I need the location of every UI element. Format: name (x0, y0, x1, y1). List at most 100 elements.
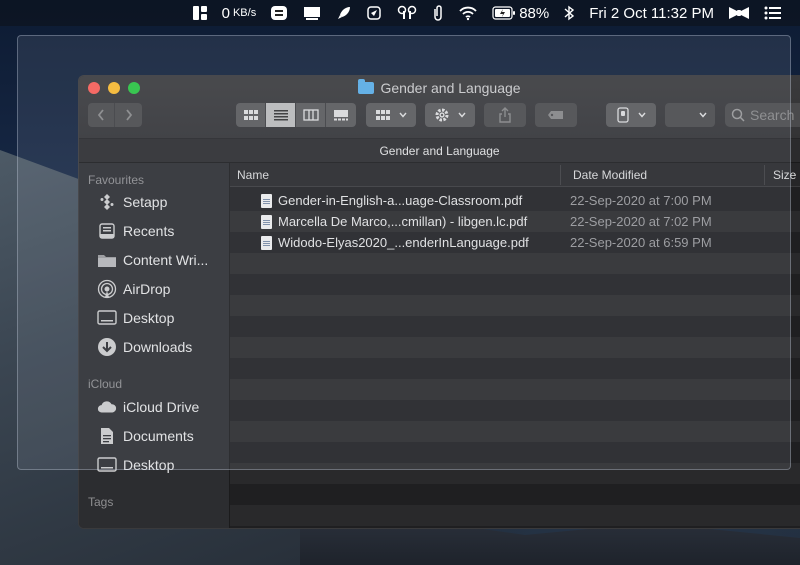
empty-row (230, 253, 800, 274)
columns-icon (302, 109, 319, 121)
file-name-cell: Gender-in-English-a...uage-Classroom.pdf (261, 193, 522, 208)
documents-icon (97, 427, 117, 445)
forward-button[interactable] (115, 103, 142, 127)
sidebar-item-label: Content Wri... (123, 252, 209, 268)
sidebar-item-icloud-desktop[interactable]: Desktop (97, 456, 174, 474)
pdf-file-icon (261, 193, 272, 208)
airdrop-icon (97, 279, 117, 299)
chevron-down-icon (699, 112, 707, 118)
column-header-name[interactable]: Name (237, 168, 269, 182)
sidebar-heading-favourites: Favourites (88, 173, 145, 187)
cloud-icon (97, 398, 117, 416)
search-placeholder: Search (750, 107, 795, 123)
sidebar-heading-icloud: iCloud (88, 377, 123, 391)
sidebar-item-downloads[interactable]: Downloads (97, 338, 192, 356)
chevron-right-icon (125, 109, 132, 121)
search-field[interactable]: Search (725, 103, 800, 127)
battery-indicator[interactable]: 88% (492, 5, 549, 22)
list-view-button[interactable] (266, 103, 296, 127)
sidebar-item-airdrop[interactable]: AirDrop (97, 279, 170, 299)
bluetooth-icon[interactable] (563, 5, 575, 21)
screen-share-icon[interactable] (302, 5, 322, 21)
sidebar-heading-tags: Tags (88, 495, 114, 509)
desktop-icon (97, 309, 117, 327)
window-title-text: Gender and Language (380, 80, 521, 96)
gallery-icon (334, 110, 348, 121)
folder-icon (358, 79, 375, 94)
share-icon (499, 107, 511, 123)
sidebar-item-icloud-drive[interactable]: iCloud Drive (97, 398, 199, 416)
column-divider[interactable] (764, 165, 765, 185)
empty-row (230, 421, 800, 442)
view-mode-control (236, 103, 356, 127)
file-name: Gender-in-English-a...uage-Classroom.pdf (278, 193, 523, 208)
chevron-down-icon (458, 112, 466, 118)
sidebar-item-label: iCloud Drive (123, 399, 200, 415)
wifi-icon[interactable] (458, 5, 478, 21)
sidebar-item-setapp[interactable]: Setapp (97, 193, 167, 211)
share-button[interactable] (484, 103, 526, 127)
column-divider[interactable] (560, 165, 561, 185)
table-row[interactable]: Widodo-Elyas2020_...enderInLanguage.pdf … (230, 232, 800, 253)
pdf-file-icon (261, 214, 272, 229)
sidebar-item-label: Desktop (123, 310, 175, 326)
path-bar: Gender and Language (79, 138, 800, 163)
network-speed-indicator[interactable]: 0 KB/s (222, 5, 257, 22)
network-speed-value: 0 (221, 4, 230, 22)
file-name: Marcella De Marco,...cmillan) - libgen.l… (278, 214, 528, 229)
notes-menu-icon[interactable] (270, 5, 288, 21)
location-arrow-icon[interactable] (366, 5, 382, 21)
back-button[interactable] (88, 103, 115, 127)
bow-tie-icon[interactable] (728, 6, 750, 20)
path-bar-title: Gender and Language (379, 144, 500, 158)
empty-row (230, 295, 800, 316)
tags-button[interactable] (535, 103, 577, 127)
menubar-layout-icon[interactable] (192, 5, 208, 21)
column-view-button[interactable] (296, 103, 326, 127)
navigation-buttons (88, 103, 142, 127)
finder-window: Gender and Language Search Gender and La… (78, 75, 800, 529)
gallery-view-button[interactable] (326, 103, 356, 127)
sidebar: Favourites Setapp Recents Content Wri...… (79, 163, 230, 528)
column-header-size[interactable]: Size (773, 168, 796, 182)
sidebar-item-content-writing[interactable]: Content Wri... (97, 251, 208, 269)
gear-icon (435, 108, 449, 122)
icon-view-button[interactable] (236, 103, 266, 127)
battery-charging-icon (492, 6, 516, 20)
file-name-cell: Widodo-Elyas2020_...enderInLanguage.pdf (261, 235, 529, 250)
downloads-icon (97, 338, 117, 356)
file-date-modified: 22-Sep-2020 at 6:59 PM (570, 235, 712, 250)
search-icon (731, 108, 745, 122)
group-grid-icon (376, 110, 390, 120)
empty-row (230, 379, 800, 400)
sidebar-item-documents[interactable]: Documents (97, 427, 194, 445)
column-header-date-modified[interactable]: Date Modified (573, 168, 647, 182)
setapp-icon (97, 193, 117, 211)
action-menu-button[interactable] (425, 103, 475, 127)
column-header-row: Name Date Modified Size (230, 163, 800, 187)
title-bar[interactable]: Gender and Language Search (79, 76, 800, 138)
extension-button[interactable] (606, 103, 656, 127)
pdf-file-icon (261, 235, 272, 250)
toolbar-dropdown-button[interactable] (665, 103, 715, 127)
sidebar-item-label: Setapp (123, 194, 168, 210)
rocket-icon[interactable] (336, 5, 352, 21)
sidebar-item-desktop[interactable]: Desktop (97, 309, 174, 327)
paperclip-icon[interactable] (432, 5, 444, 21)
clock[interactable]: Fri 2 Oct 11:32 PM (589, 5, 714, 22)
battery-percentage: 88% (519, 4, 550, 22)
network-speed-unit: KB/s (232, 7, 257, 19)
chevron-down-icon (399, 112, 407, 118)
notification-center-icon[interactable] (764, 6, 782, 20)
menu-bar: 0 KB/s 88% Fri 2 Oct 11:32 PM (0, 0, 800, 26)
airpods-icon[interactable] (396, 5, 418, 21)
sidebar-item-recents[interactable]: Recents (97, 222, 174, 240)
file-date-modified: 22-Sep-2020 at 7:02 PM (570, 214, 712, 229)
empty-row (230, 337, 800, 358)
file-list: Name Date Modified Size Gender-in-Englis… (230, 163, 800, 528)
chevron-left-icon (97, 109, 104, 121)
folder-icon (97, 251, 117, 269)
group-by-button[interactable] (366, 103, 416, 127)
table-row[interactable]: Gender-in-English-a...uage-Classroom.pdf… (230, 190, 800, 211)
table-row[interactable]: Marcella De Marco,...cmillan) - libgen.l… (230, 211, 800, 232)
